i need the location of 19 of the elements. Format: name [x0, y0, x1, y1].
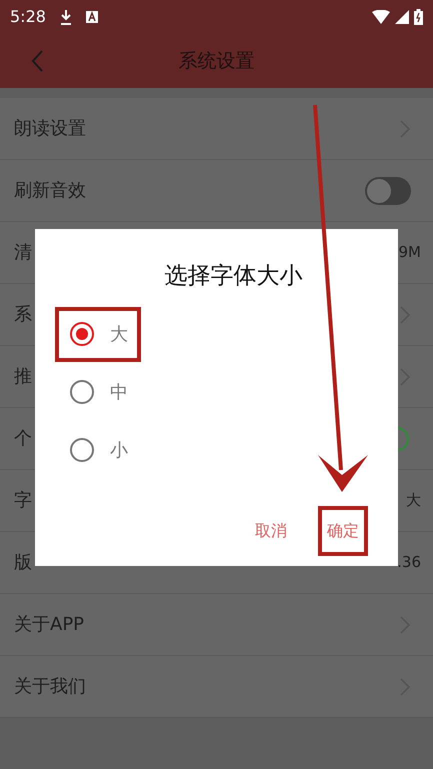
- setting-label: 刷新音效: [14, 179, 86, 203]
- option-label: 中: [110, 380, 128, 404]
- setting-label: 关于APP: [14, 613, 84, 637]
- option-label: 小: [110, 438, 128, 462]
- setting-value: 大: [406, 490, 421, 512]
- setting-label: 版: [14, 551, 32, 575]
- setting-value: 9M: [398, 242, 421, 264]
- setting-label: 清: [14, 241, 32, 265]
- option-label: 大: [110, 322, 128, 346]
- setting-value: .36: [397, 552, 421, 574]
- setting-label: 个: [14, 427, 32, 451]
- setting-label: 字: [14, 489, 32, 513]
- setting-label: 推: [14, 365, 32, 389]
- header-title: 系统设置: [178, 48, 254, 74]
- setting-label: 系: [14, 303, 32, 327]
- setting-label: 关于我们: [14, 675, 86, 699]
- setting-label: 朗读设置: [14, 117, 86, 141]
- status-time: 5:28: [10, 6, 46, 28]
- dialog-title: 选择字体大小: [164, 262, 304, 291]
